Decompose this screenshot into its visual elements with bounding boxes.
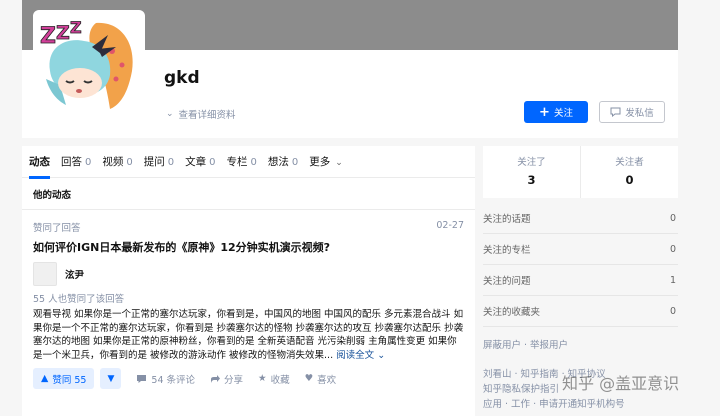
question-title-link[interactable]: 如何评价IGN日本最新发布的《原神》12分钟实机演示视频?: [33, 239, 464, 255]
message-label: 发私信: [625, 108, 654, 119]
send-message-button[interactable]: 发私信: [599, 101, 665, 123]
follow-button[interactable]: + 关注: [524, 101, 588, 123]
tab-count: 0: [291, 157, 299, 168]
message-icon: [610, 107, 621, 117]
chevron-down-icon: ⌄: [377, 349, 386, 361]
row-label: 关注的话题: [483, 214, 531, 225]
upvote-button[interactable]: ▲ 赞同 55: [33, 368, 95, 389]
followers-stat[interactable]: 关注者 0: [580, 146, 678, 198]
row-count: 0: [669, 212, 676, 224]
following-topics-row[interactable]: 关注的话题 0: [483, 203, 678, 234]
feed-column: 动态 回答 0 视频 0 提问 0 文章 0 专栏 0 想法 0 更多 ⌄ 他的…: [22, 146, 475, 416]
profile-tabs: 动态 回答 0 视频 0 提问 0 文章 0 专栏 0 想法 0 更多 ⌄: [22, 146, 475, 179]
following-questions-row[interactable]: 关注的问题 1: [483, 265, 678, 296]
tab-label: 更多: [309, 156, 331, 168]
triangle-up-icon: ▲: [41, 373, 49, 384]
tab-answers[interactable]: 回答 0: [61, 154, 91, 169]
tab-questions[interactable]: 提问 0: [144, 154, 174, 169]
row-count: 1: [669, 274, 676, 286]
share-label: 分享: [224, 374, 244, 386]
author-name[interactable]: 泫尹: [65, 267, 84, 281]
chevron-down-icon: ⌄: [335, 158, 343, 168]
svg-text:Z: Z: [70, 18, 82, 37]
like-label: 喜欢: [317, 374, 337, 386]
tab-articles[interactable]: 文章 0: [185, 154, 215, 169]
following-count: 3: [527, 173, 536, 187]
feed-action: 赞同了回答: [33, 223, 81, 234]
svg-text:Z: Z: [56, 22, 70, 44]
view-details-link[interactable]: ⌄ 查看详细资料: [166, 107, 236, 121]
footer-line[interactable]: 应用 · 工作 · 申请开通知乎机构号: [483, 397, 678, 412]
view-details-label: 查看详细资料: [178, 110, 236, 121]
author-avatar[interactable]: [33, 262, 57, 286]
tab-count: 0: [209, 157, 216, 168]
tab-label: 视频: [102, 156, 124, 168]
followers-count: 0: [625, 173, 634, 187]
profile-name: gkd: [164, 68, 200, 88]
following-label: 关注了: [517, 157, 546, 168]
read-more-label: 阅读全文: [336, 349, 375, 361]
block-report-links[interactable]: 屏蔽用户 · 举报用户: [483, 337, 678, 351]
following-collections-row[interactable]: 关注的收藏夹 0: [483, 296, 678, 327]
tab-count: 0: [126, 157, 133, 168]
plus-icon: +: [539, 104, 550, 120]
tab-count: 0: [167, 157, 175, 168]
tab-label: 提问: [143, 156, 165, 168]
avatar[interactable]: Z Z Z: [33, 10, 145, 122]
followers-label: 关注者: [615, 157, 644, 168]
row-label: 关注的收藏夹: [483, 307, 541, 318]
follow-stats: 关注了 3 关注者 0: [483, 146, 678, 198]
answer-actions: ▲ 赞同 55 ▼ 54 条评论 分享 ★ 收藏 ♥ 喜欢: [33, 368, 464, 389]
triangle-down-icon: ▼: [107, 373, 115, 384]
upvote-info: 55 人也赞同了该回答: [33, 294, 125, 305]
share-button[interactable]: 分享: [210, 372, 243, 386]
tab-label: 文章: [185, 156, 207, 168]
read-more-link[interactable]: 阅读全文 ⌄: [336, 350, 385, 361]
star-icon: ★: [258, 373, 267, 384]
tab-thoughts[interactable]: 想法 0: [268, 154, 298, 169]
tab-label: 回答: [61, 156, 82, 168]
favorite-label: 收藏: [270, 374, 290, 386]
row-label: 关注的问题: [483, 276, 531, 287]
follow-label: 关注: [553, 108, 573, 119]
following-stat[interactable]: 关注了 3: [483, 146, 580, 198]
excerpt-text: 观看导视 如果你是一个正常的塞尔达玩家，你看到是，中国风的地图 中国风的配乐 多…: [33, 309, 464, 361]
svg-text:Z: Z: [40, 24, 56, 49]
tab-columns[interactable]: 专栏 0: [227, 154, 257, 169]
like-button[interactable]: ♥ 喜欢: [305, 372, 337, 386]
feed-item: 赞同了回答 02-27 如何评价IGN日本最新发布的《原神》12分钟实机演示视频…: [22, 220, 475, 389]
row-count: 0: [669, 243, 676, 255]
downvote-button[interactable]: ▼: [100, 368, 122, 389]
tab-label: 专栏: [226, 156, 248, 168]
feed-date: 02-27: [436, 220, 464, 231]
favorite-button[interactable]: ★ 收藏: [258, 372, 290, 386]
watermark: 知乎 @盖亚意识: [562, 374, 680, 393]
tab-videos[interactable]: 视频 0: [102, 154, 132, 169]
tab-more[interactable]: 更多 ⌄: [309, 154, 343, 169]
heart-icon: ♥: [304, 373, 314, 384]
tab-count: 0: [85, 157, 92, 168]
row-label: 关注的专栏: [483, 245, 531, 256]
following-columns-row[interactable]: 关注的专栏 0: [483, 234, 678, 265]
section-title: 他的动态: [22, 178, 475, 210]
upvote-label: 赞同 55: [52, 374, 87, 386]
answer-excerpt[interactable]: 观看导视 如果你是一个正常的塞尔达玩家，你看到是，中国风的地图 中国风的配乐 多…: [33, 308, 464, 363]
tab-label: 想法: [267, 156, 289, 168]
comments-button[interactable]: 54 条评论: [136, 372, 195, 386]
tab-count: 0: [250, 157, 257, 168]
profile-header: Z Z Z gkd ⌄ 查看详细资料 + 关注 发私信: [22, 0, 678, 138]
comment-icon: [137, 374, 147, 383]
share-icon: [211, 374, 221, 383]
tab-label: 动态: [29, 156, 50, 168]
row-count: 0: [669, 305, 676, 317]
tab-activity[interactable]: 动态: [29, 154, 50, 179]
comments-label: 54 条评论: [151, 374, 196, 386]
chevron-down-icon: ⌄: [166, 109, 174, 119]
